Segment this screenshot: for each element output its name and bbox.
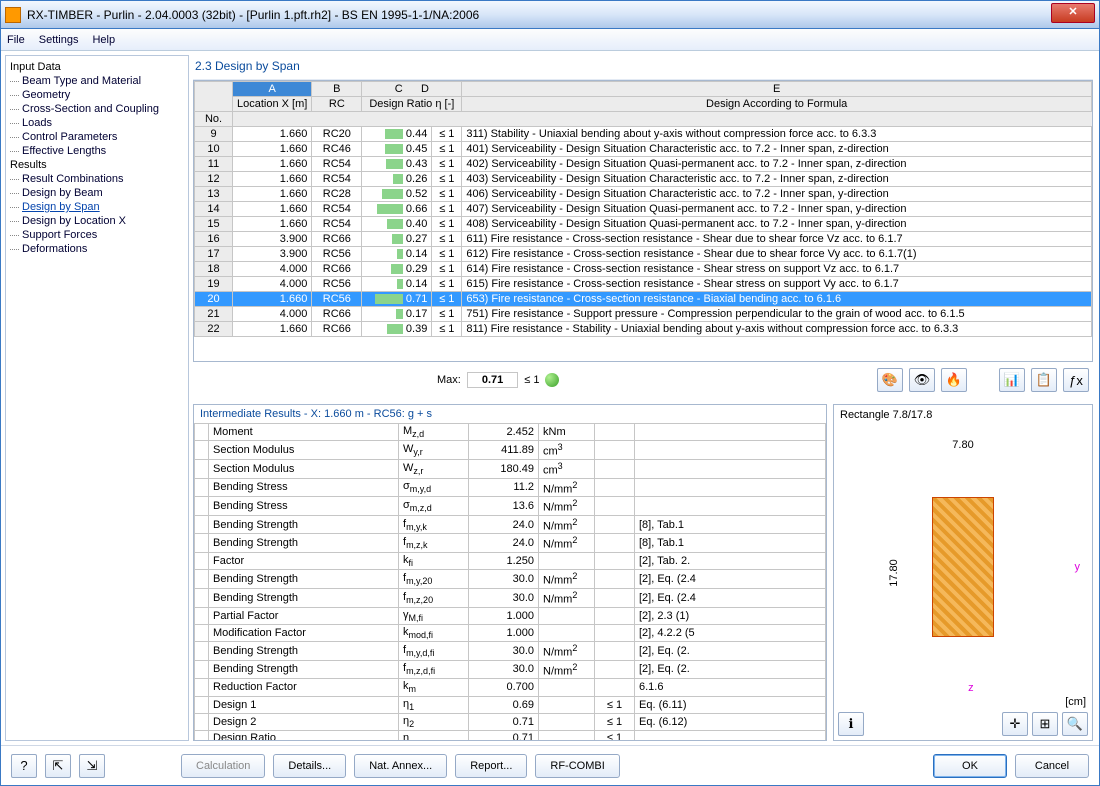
calculation-button[interactable]: Calculation [181, 754, 265, 778]
panel-title: 2.3 Design by Span [193, 55, 1093, 80]
rf-combi-button[interactable]: RF-COMBI [535, 754, 619, 778]
table-row[interactable]: 201.660RC56 0.71≤ 1653) Fire resistance … [195, 292, 1092, 307]
inter-row[interactable]: Bending Strengthfm,z,2030.0N/mm2[2], Eq.… [195, 588, 826, 607]
tree-item[interactable]: Design by Beam [8, 186, 186, 200]
table-row[interactable]: 214.000RC66 0.17≤ 1751) Fire resistance … [195, 307, 1092, 322]
inter-row[interactable]: Section ModulusWy,r411.89cm3 [195, 441, 826, 460]
inter-row[interactable]: Bending Strengthfm,y,2030.0N/mm2[2], Eq.… [195, 570, 826, 589]
export-button-2[interactable]: ⇲ [79, 754, 105, 778]
table-row[interactable]: 221.660RC66 0.39≤ 1811) Fire resistance … [195, 322, 1092, 337]
y-axis-label: y [1075, 561, 1081, 573]
table-row[interactable]: 173.900RC56 0.14≤ 1612) Fire resistance … [195, 247, 1092, 262]
max-row: Max: 0.71 ≤ 1 🎨 👁 🔥 📊 📋 ƒx [193, 362, 1093, 398]
nav-tree: Input Data Beam Type and MaterialGeometr… [5, 55, 189, 741]
inter-row[interactable]: Design Ratioη0.71≤ 1 [195, 730, 826, 740]
inter-row[interactable]: Design 1η10.69≤ 1Eq. (6.11) [195, 696, 826, 713]
titlebar: RX-TIMBER - Purlin - 2.04.0003 (32bit) -… [1, 1, 1099, 29]
table-row[interactable]: 111.660RC54 0.43≤ 1402) Serviceability -… [195, 157, 1092, 172]
table-row[interactable]: 163.900RC66 0.27≤ 1611) Fire resistance … [195, 232, 1092, 247]
dim-button[interactable]: ⊞ [1032, 712, 1058, 736]
view-button-3[interactable]: ƒx [1063, 368, 1089, 392]
inter-row[interactable]: Bending Strengthfm,y,d,fi30.0N/mm2[2], E… [195, 642, 826, 661]
intermediate-results: Intermediate Results - X: 1.660 m - RC56… [193, 404, 827, 741]
inter-row[interactable]: Design 2η20.71≤ 1Eq. (6.12) [195, 713, 826, 730]
tree-item[interactable]: Result Combinations [8, 172, 186, 186]
inter-row[interactable]: Section ModulusWz,r180.49cm3 [195, 459, 826, 478]
export-button-1[interactable]: ⇱ [45, 754, 71, 778]
button-bar: ? ⇱ ⇲ Calculation Details... Nat. Annex.… [1, 745, 1099, 785]
menu-file[interactable]: File [7, 34, 25, 46]
tree-item[interactable]: Effective Lengths [8, 144, 186, 158]
menubar: File Settings Help [1, 29, 1099, 51]
filter-button-2[interactable]: 👁 [909, 368, 935, 392]
filter-button-1[interactable]: 🎨 [877, 368, 903, 392]
inter-row[interactable]: Bending Stressσm,z,d13.6N/mm2 [195, 497, 826, 516]
inter-row[interactable]: Bending Stressσm,y,d11.2N/mm2 [195, 478, 826, 497]
table-row[interactable]: 151.660RC54 0.40≤ 1408) Serviceability -… [195, 217, 1092, 232]
table-row[interactable]: 131.660RC28 0.52≤ 1406) Serviceability -… [195, 187, 1092, 202]
col-e[interactable]: E [462, 82, 1092, 97]
tree-item[interactable]: Design by Location X [8, 214, 186, 228]
view-button-2[interactable]: 📋 [1031, 368, 1057, 392]
app-icon [5, 7, 21, 23]
inter-row[interactable]: Bending Strengthfm,z,k24.0N/mm2[8], Tab.… [195, 534, 826, 553]
details-button[interactable]: Details... [273, 754, 346, 778]
view-button-1[interactable]: 📊 [999, 368, 1025, 392]
table-row[interactable]: 101.660RC46 0.45≤ 1401) Serviceability -… [195, 142, 1092, 157]
table-row[interactable]: 91.660RC20 0.44≤ 1311) Stability - Uniax… [195, 127, 1092, 142]
cancel-button[interactable]: Cancel [1015, 754, 1089, 778]
z-axis-label: z [968, 682, 974, 694]
col-b[interactable]: B [312, 82, 362, 97]
info-button[interactable]: ℹ [838, 712, 864, 736]
table-row[interactable]: 141.660RC54 0.66≤ 1407) Serviceability -… [195, 202, 1092, 217]
inter-row[interactable]: MomentMz,d2.452kNm [195, 424, 826, 441]
inter-row[interactable]: Bending Strengthfm,y,k24.0N/mm2[8], Tab.… [195, 515, 826, 534]
section-diagram: Rectangle 7.8/17.8 7.80 17.80 y z [cm] ℹ… [833, 404, 1093, 741]
ok-button[interactable]: OK [933, 754, 1007, 778]
table-row[interactable]: 194.000RC56 0.14≤ 1615) Fire resistance … [195, 277, 1092, 292]
help-button[interactable]: ? [11, 754, 37, 778]
tree-item[interactable]: Design by Span [8, 200, 186, 214]
tree-item[interactable]: Loads [8, 116, 186, 130]
axes-button[interactable]: ✛ [1002, 712, 1028, 736]
table-row[interactable]: 184.000RC66 0.29≤ 1614) Fire resistance … [195, 262, 1092, 277]
menu-help[interactable]: Help [92, 34, 115, 46]
inter-row[interactable]: Factorkfi1.250[2], Tab. 2. [195, 553, 826, 570]
window-title: RX-TIMBER - Purlin - 2.04.0003 (32bit) -… [27, 8, 1051, 22]
nat-annex-button[interactable]: Nat. Annex... [354, 754, 447, 778]
menu-settings[interactable]: Settings [39, 34, 79, 46]
tree-item[interactable]: Beam Type and Material [8, 74, 186, 88]
tree-item[interactable]: Cross-Section and Coupling [8, 102, 186, 116]
inter-row[interactable]: Partial FactorγM,fi1.000[2], 2.3 (1) [195, 607, 826, 624]
filter-button-3[interactable]: 🔥 [941, 368, 967, 392]
inter-row[interactable]: Modification Factorkmod,fi1.000[2], 4.2.… [195, 624, 826, 641]
inter-row[interactable]: Reduction Factorkm0.7006.1.6 [195, 679, 826, 696]
zoom-button[interactable]: 🔍 [1062, 712, 1088, 736]
table-row[interactable]: 121.660RC54 0.26≤ 1403) Serviceability -… [195, 172, 1092, 187]
tree-results[interactable]: Results [8, 158, 186, 172]
design-grid[interactable]: A B C D E Location X [m] RC Design Ratio… [193, 80, 1093, 362]
cross-section-rect [932, 497, 994, 637]
check-ok-icon [545, 373, 559, 387]
tree-item[interactable]: Control Parameters [8, 130, 186, 144]
close-button[interactable]: ✕ [1051, 3, 1095, 23]
report-button[interactable]: Report... [455, 754, 527, 778]
inter-row[interactable]: Bending Strengthfm,z,d,fi30.0N/mm2[2], E… [195, 660, 826, 679]
tree-item[interactable]: Geometry [8, 88, 186, 102]
tree-input-data[interactable]: Input Data [8, 60, 186, 74]
tree-item[interactable]: Deformations [8, 242, 186, 256]
col-a[interactable]: A [233, 82, 312, 97]
tree-item[interactable]: Support Forces [8, 228, 186, 242]
max-value: 0.71 [467, 372, 518, 388]
